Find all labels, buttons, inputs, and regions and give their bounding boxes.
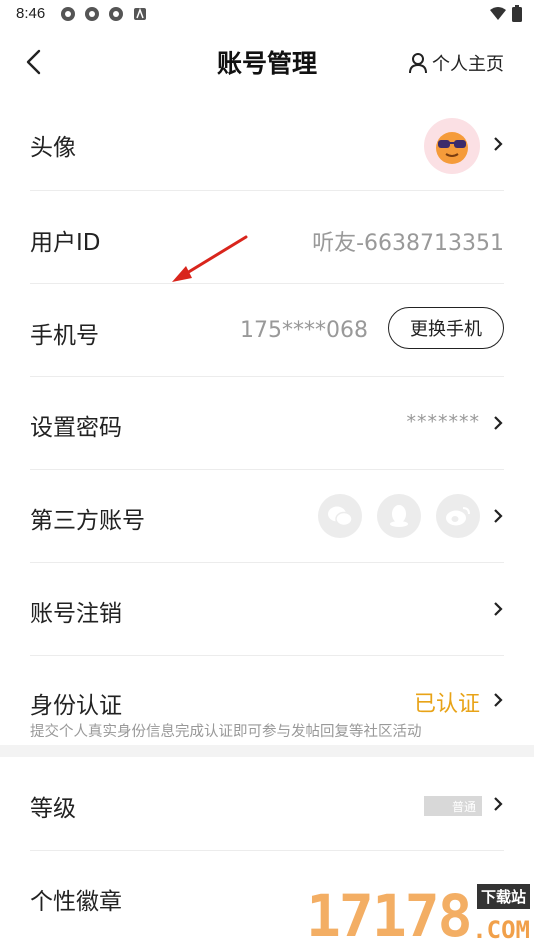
row-phone: 手机号 175****068 更换手机 [30, 284, 504, 377]
status-bar: 8:46 [0, 0, 534, 28]
row-account-cancellation[interactable]: 账号注销 [30, 563, 504, 656]
row-identity-verification[interactable]: 身份认证 已认证 提交个人真实身份信息完成认证即可参与发帖回复等社区活动 [30, 656, 504, 745]
identity-label: 身份认证 [30, 693, 122, 719]
app-notification-icon [61, 7, 75, 21]
verified-status: 已认证 [413, 692, 480, 717]
app-notification-icon [109, 7, 123, 21]
identity-hint-text: 提交个人真实身份信息完成认证即可参与发帖回复等社区活动 [30, 724, 422, 740]
notification-icons [60, 6, 148, 22]
chevron-right-icon [494, 797, 503, 811]
status-time: 8:46 [16, 5, 46, 22]
level-label: 等级 [30, 796, 76, 822]
avatar-emoji-icon [436, 132, 468, 164]
account-cancellation-label: 账号注销 [30, 601, 122, 627]
chevron-right-icon [494, 602, 503, 616]
section-divider [0, 745, 534, 757]
row-avatar[interactable]: 头像 [30, 98, 504, 191]
site-watermark: 17178 下载站 .COM [302, 880, 534, 950]
row-set-password[interactable]: 设置密码 ******* [30, 377, 504, 470]
user-id-label: 用户ID [30, 230, 101, 256]
watermark-label: 下载站 [476, 884, 530, 909]
phone-label: 手机号 [30, 323, 99, 349]
avatar[interactable] [424, 118, 480, 174]
row-user-id: 用户ID 听友-6638713351 [30, 191, 504, 284]
chevron-right-icon [494, 137, 503, 151]
personal-medal-label: 个性徽章 [30, 889, 122, 915]
chevron-right-icon [494, 693, 503, 707]
phone-value: 175****068 [240, 318, 368, 343]
annotation-arrow-icon [172, 235, 248, 282]
watermark-number: 17178 [306, 882, 473, 950]
top-app-bar: 账号管理 个人主页 [0, 28, 534, 96]
wifi-icon [490, 6, 506, 20]
password-masked-value: ******* [406, 411, 480, 433]
change-phone-button[interactable]: 更换手机 [388, 307, 504, 349]
level-badge: 普通 [424, 796, 482, 816]
personal-homepage-label: 个人主页 [432, 54, 504, 75]
qq-icon[interactable] [377, 494, 421, 538]
weibo-icon[interactable] [436, 494, 480, 538]
battery-icon [512, 5, 522, 22]
user-id-value: 听友-6638713351 [312, 231, 504, 256]
app-notification-icon [85, 7, 99, 21]
row-level[interactable]: 等级 普通 [30, 758, 504, 851]
level-badge-text: 普通 [451, 799, 476, 814]
set-password-label: 设置密码 [30, 415, 122, 441]
chevron-right-icon [494, 509, 503, 523]
user-icon [409, 53, 427, 74]
app-notification-icon [134, 7, 146, 20]
third-party-label: 第三方账号 [30, 508, 145, 534]
wechat-icon[interactable] [318, 494, 362, 538]
chevron-right-icon [494, 416, 503, 430]
row-third-party-accounts[interactable]: 第三方账号 [30, 470, 504, 563]
watermark-domain: .COM [472, 916, 530, 944]
system-icons [490, 5, 522, 22]
personal-homepage-link[interactable]: 个人主页 [408, 50, 504, 76]
avatar-label: 头像 [30, 135, 76, 161]
